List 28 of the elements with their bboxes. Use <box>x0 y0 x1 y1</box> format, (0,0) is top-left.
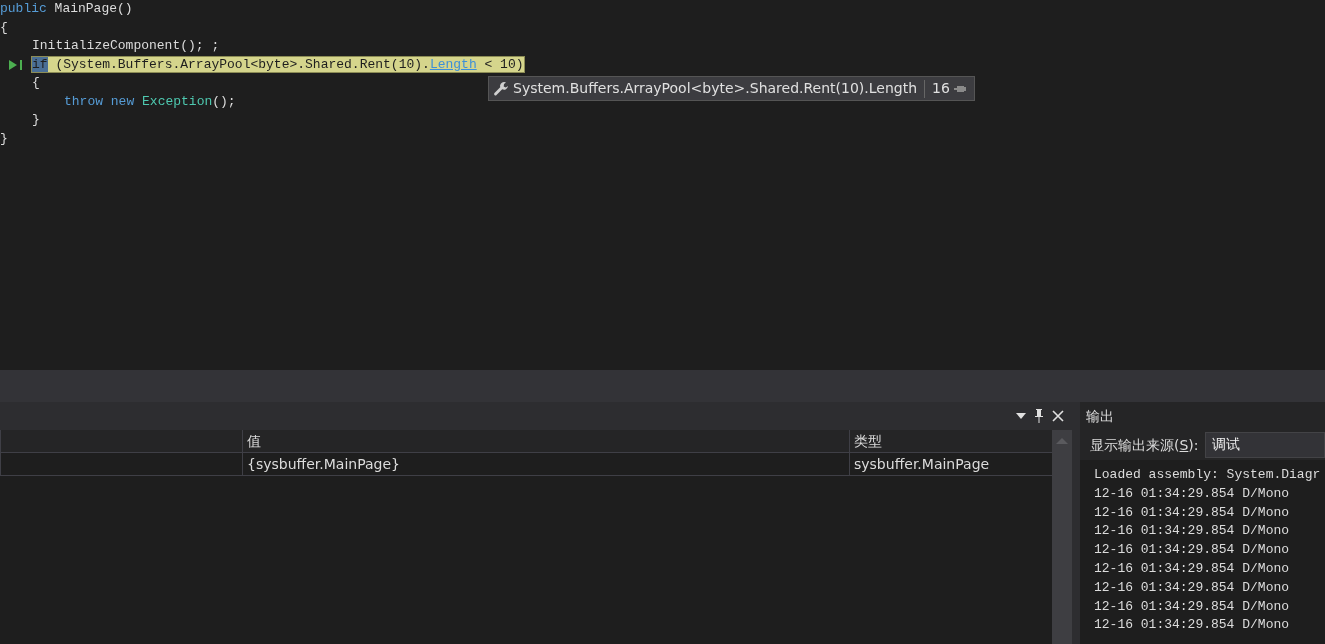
log-line: 12-16 01:34:29.854 D/Mono <box>1094 578 1291 597</box>
code-line: } <box>0 130 8 146</box>
close-icon[interactable] <box>1052 410 1064 422</box>
log-line: 12-16 01:34:29.854 D/Mono <box>1094 522 1291 541</box>
code-line: InitializeComponent(); ; <box>32 38 220 53</box>
source-dropdown[interactable]: 调试 <box>1204 432 1325 458</box>
code-line: } <box>32 112 40 127</box>
panel-title: 输出 <box>1086 406 1114 426</box>
log-line: 12-16 01:34:29.854 D/Mono <box>1094 616 1291 635</box>
log-line: 12-16 01:34:29.854 D/Mono <box>1094 560 1291 578</box>
code-line: throw new Exception(); <box>64 93 236 109</box>
scrollbar[interactable] <box>1052 430 1072 644</box>
log-line: 12-16 01:34:29.854 D/Mono <box>1094 597 1291 616</box>
log-line: 12-16 01:34:29.854 D/Mono <box>1094 503 1291 522</box>
code-line: public MainPage() <box>0 1 133 16</box>
code-line: { <box>32 75 40 90</box>
code-line: { <box>0 19 8 35</box>
pin-icon[interactable] <box>1034 409 1044 423</box>
source-label: 显示输出来源(S): <box>1090 435 1199 455</box>
log-line: 12-16 01:34:29.854 D/Mono <box>1094 541 1291 560</box>
column-header[interactable]: 值 <box>242 430 849 452</box>
wrench-icon <box>493 80 509 97</box>
log-line: 12-16 01:34:29.854 D/Mono <box>1094 484 1291 503</box>
log-line: Loaded assembly: System.Diagr <box>1094 466 1322 484</box>
datatip-expression: System.Buffers.ArrayPool<byte>.Shared.Rent(10).Length <box>513 79 918 98</box>
table-cell: {sysbuffer.MainPage} <box>242 453 849 475</box>
dropdown-icon[interactable] <box>1016 413 1026 419</box>
datatip-value: 16 <box>932 79 950 98</box>
